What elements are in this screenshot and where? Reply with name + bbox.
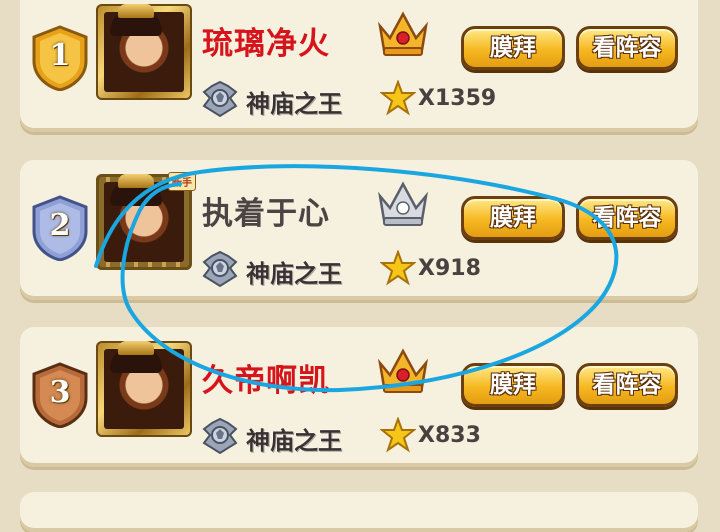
gold-crown-icon: [376, 345, 430, 395]
view-lineup-button[interactable]: 看阵容: [576, 196, 678, 240]
rank-title: 神庙之王: [246, 427, 342, 455]
temple-emblem-icon: [200, 415, 240, 455]
worship-button[interactable]: 膜拜: [461, 26, 565, 70]
view-lineup-button[interactable]: 看阵容: [576, 363, 678, 407]
star-count: X918: [418, 256, 481, 281]
rank-number: 1: [49, 38, 71, 73]
rank-title: 神庙之王: [246, 90, 342, 118]
star-count: X1359: [418, 86, 497, 111]
worship-button[interactable]: 膜拜: [461, 363, 565, 407]
silver-crown-icon: [376, 178, 430, 228]
leaderboard-row-3: 3 久帝啊凯 膜拜 看阵容 神庙之王 X833: [20, 327, 698, 467]
rank-badge-bronze: 3: [30, 362, 90, 428]
player-name: 琉璃净火: [202, 26, 330, 62]
leaderboard-row-4: [20, 492, 698, 532]
worship-button[interactable]: 膜拜: [461, 196, 565, 240]
player-avatar[interactable]: [96, 341, 192, 437]
rank-number: 3: [49, 375, 71, 410]
star-count: X833: [418, 423, 481, 448]
star-icon: [380, 250, 416, 286]
leaderboard-row-1: 1 琉璃净火 膜拜 看阵容 神庙之王 X1359: [20, 0, 698, 132]
rank-badge-gold: 1: [30, 25, 90, 91]
player-avatar[interactable]: 新手: [96, 172, 196, 270]
temple-emblem-icon: [200, 78, 240, 118]
rank-title: 神庙之王: [246, 260, 342, 288]
player-avatar[interactable]: [96, 4, 192, 100]
star-icon: [380, 417, 416, 453]
player-name: 久帝啊凯: [202, 363, 330, 399]
new-player-tag: 新手: [168, 172, 196, 191]
temple-emblem-icon: [200, 248, 240, 288]
rank-badge-silver: 2: [30, 195, 90, 261]
gold-crown-icon: [376, 8, 430, 58]
player-name: 执着于心: [202, 196, 330, 232]
rank-number: 2: [49, 208, 71, 243]
leaderboard-row-2: 2 新手 执着于心 膜拜 看阵容 神庙之王 X918: [20, 160, 698, 300]
view-lineup-button[interactable]: 看阵容: [576, 26, 678, 70]
star-icon: [380, 80, 416, 116]
